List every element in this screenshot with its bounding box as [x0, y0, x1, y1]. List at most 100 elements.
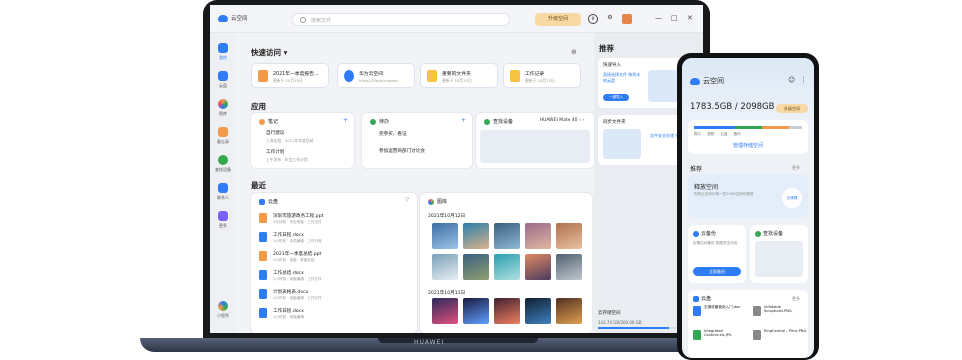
card-text: 直接选择文件 拖到本地云盘	[603, 72, 641, 83]
photo-thumbnail[interactable]	[525, 254, 551, 280]
file-item[interactable]: 无锡收藏使用入门.doc	[693, 304, 749, 326]
release-space-card[interactable]: 释放空间 你的云空间中有一些100K空间可释放 去清理	[688, 174, 808, 218]
rec-title: 推荐	[690, 166, 703, 173]
storage-usage: 143.74 GB/200.00 GB	[598, 320, 642, 325]
quick-item[interactable]: 2021年一季度报告... 更新于 10月19日	[251, 63, 329, 88]
list-item[interactable]: 参加运营商部门讨论会	[370, 148, 425, 154]
add-icon[interactable]: ⊕	[571, 48, 577, 56]
photo-thumbnail[interactable]	[494, 254, 520, 280]
search-icon	[300, 17, 306, 23]
photo-thumbnail[interactable]	[494, 223, 520, 249]
quick-access-title[interactable]: 快速访问 ▾	[251, 47, 287, 58]
notes-card[interactable]: 笔记 + 自行建议 上海出租 · 2021年年度总结 工作计划 上午发布 · 年会工…	[251, 113, 354, 168]
cloud-drive-icon	[693, 295, 699, 302]
clean-button[interactable]: 去清理	[782, 188, 802, 208]
sidebar-item-contacts[interactable]: 联系人	[210, 183, 236, 201]
card-text: 定期自动备份 数据安全无忧	[693, 241, 738, 245]
add-note-icon[interactable]: +	[343, 117, 348, 124]
pause-icon[interactable]: ıı	[588, 14, 598, 24]
find-device-card[interactable]: 查找设备 HUAWEI Mate 40 ‹ ›	[476, 113, 594, 168]
list-item[interactable]: 完参买、看证	[370, 131, 407, 137]
recommend-title: 推荐	[599, 44, 614, 53]
top-bar: 云空间 搜索文件 升级空间 ıı ⚙ — □ ✕	[210, 5, 703, 33]
file-name: Integrated Content.xls.JPG	[704, 329, 732, 337]
photo-thumbnail[interactable]	[432, 223, 458, 249]
card-title: 查找设备	[755, 230, 783, 237]
gift-icon[interactable]	[622, 14, 632, 24]
sidebar-item-label: 小程序	[217, 313, 229, 318]
gear-icon[interactable]: ⚙	[605, 14, 615, 24]
gallery-icon	[218, 99, 228, 109]
sidebar-item-find-device[interactable]: 查找设备	[210, 155, 236, 173]
file-name: 工作日程.docx	[273, 233, 304, 238]
cloud-icon	[218, 14, 228, 22]
laptop-notch	[378, 338, 538, 343]
file-name: 工作总结.docx	[273, 271, 304, 276]
upgrade-button[interactable]: 升级空间	[535, 13, 581, 26]
storage-legend: 照片 视频 云盘 备份	[694, 132, 741, 136]
sidebar-item-drive[interactable]: 云盘	[210, 71, 236, 89]
app-logo: 云空间	[218, 14, 248, 22]
sidebar-item-notes[interactable]: 备忘录	[210, 127, 236, 145]
file-meta: 5分钟前 · 来自电脑 · 工作文件	[273, 220, 322, 224]
search-placeholder: 搜索文件	[311, 18, 332, 24]
sidebar-item-gallery[interactable]: 图库	[210, 99, 236, 117]
manage-storage-link[interactable]: 管理存储空间	[688, 142, 808, 149]
photo-thumbnail[interactable]	[494, 298, 520, 324]
todo-card-title: 待办	[379, 119, 390, 125]
add-todo-icon[interactable]: +	[461, 117, 466, 124]
phone-upgrade-button[interactable]: 升级空间	[776, 104, 808, 113]
file-item[interactable]: RingCentral - Price.PNG	[753, 328, 809, 350]
sidebar-item-label: 备忘录	[217, 139, 229, 144]
storage-bar-fill	[598, 327, 669, 329]
more-link[interactable]: 更多	[792, 165, 800, 171]
close-icon[interactable]: ✕	[687, 14, 693, 22]
sidebar-item-more[interactable]: 更多	[210, 211, 236, 229]
card-title: 同步文件夹	[603, 120, 626, 125]
list-item[interactable]: 工作计划 上午发布 · 年会工作计划	[259, 149, 308, 163]
sidebar: 我的 云盘 图库 备忘录 查找设备 联系人 更多 小程序	[210, 33, 236, 333]
todo-card[interactable]: 待办 + 完参买、看证 参加运营商部门讨论会	[362, 113, 472, 168]
photo-thumbnail[interactable]	[525, 298, 551, 324]
photo-thumbnail[interactable]	[432, 254, 458, 280]
quick-item[interactable]: 重要的文件夹 更新于 10月15日	[420, 63, 498, 88]
sidebar-item-label: 云盘	[219, 83, 227, 88]
list-item[interactable]: 自行建议 上海出租 · 2021年年度总结	[259, 130, 313, 144]
laptop-screen: 云空间 搜索文件 升级空间 ıı ⚙ — □ ✕ 我的 云盘 图库 备忘录 查找…	[210, 5, 703, 333]
maximize-icon[interactable]: □	[671, 14, 678, 22]
photo-thumbnail[interactable]	[556, 298, 582, 324]
sidebar-item-mine[interactable]: 我的	[210, 43, 236, 61]
quick-item[interactable]: 工作记录 更新于 10月12日	[503, 63, 581, 88]
file-icon	[753, 330, 761, 340]
phone-frame: 云空间 ☺ ⋮ 1783.5GB / 2098GB 升级空间 照片 视频 云盘 备份 …	[677, 53, 819, 360]
sidebar-item-miniapp[interactable]: 小程序	[210, 301, 236, 319]
folder-icon	[427, 70, 437, 82]
search-input[interactable]: 搜索文件	[292, 13, 510, 26]
filter-icon[interactable]: ▽	[405, 197, 409, 203]
minimize-icon[interactable]: —	[655, 14, 662, 22]
quick-item[interactable]: 华为云空间 https://cloud.huawei...	[337, 63, 415, 88]
file-icon	[259, 308, 267, 318]
backup-now-button[interactable]: 立即备份	[693, 267, 741, 276]
message-icon[interactable]: ☺	[788, 76, 795, 84]
find-device-card[interactable]: 查找设备	[750, 225, 808, 283]
more-icon[interactable]: ⋮	[800, 76, 807, 84]
photo-thumbnail[interactable]	[432, 298, 458, 324]
photo-thumbnail[interactable]	[463, 298, 489, 324]
map-preview[interactable]	[480, 130, 590, 163]
phone-screen: 云空间 ☺ ⋮ 1783.5GB / 2098GB 升级空间 照片 视频 云盘 备份 …	[682, 58, 814, 358]
import-button[interactable]: 一键导入	[603, 94, 629, 101]
card-title: 云备份	[693, 230, 716, 237]
backup-card[interactable]: 云备份 定期自动备份 数据安全无忧 立即备份	[688, 225, 746, 283]
photo-thumbnail[interactable]	[463, 254, 489, 280]
photo-thumbnail[interactable]	[556, 254, 582, 280]
photo-thumbnail[interactable]	[556, 223, 582, 249]
photo-thumbnail[interactable]	[525, 223, 551, 249]
todo-icon	[370, 118, 376, 125]
file-item[interactable]: Inflatable Sculptures.PNG	[753, 304, 809, 326]
more-link[interactable]: 更多	[792, 296, 800, 302]
device-model[interactable]: HUAWEI Mate 40 ‹ ›	[540, 118, 584, 123]
file-item[interactable]: Integrated Content.xls.JPG	[693, 328, 749, 350]
photo-thumbnail[interactable]	[463, 223, 489, 249]
gallery-date: 2021年10月11日	[428, 291, 466, 296]
